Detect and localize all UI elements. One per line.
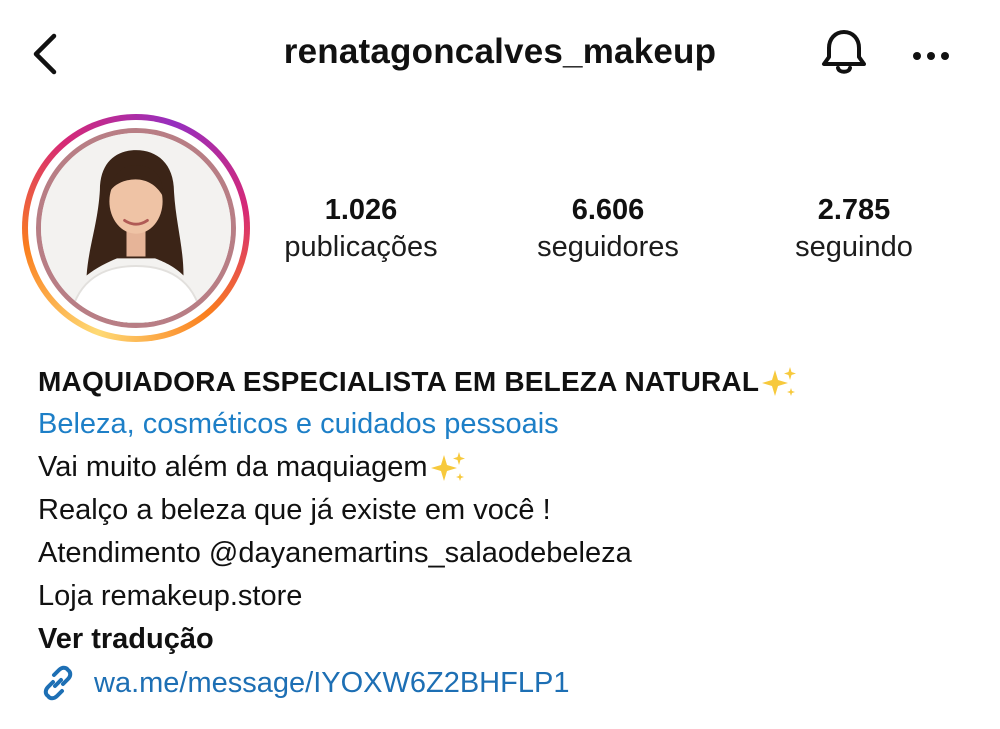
- more-horizontal-icon: [913, 52, 949, 60]
- sparkles-icon: [762, 367, 797, 397]
- top-bar: renatagoncalves_makeup: [0, 0, 1000, 110]
- bio-line: Realço a beleza que já existe em você !: [38, 494, 551, 526]
- posts-count-label: publicações: [284, 231, 438, 263]
- bio-line-store: Loja remakeup.store: [38, 580, 303, 612]
- sparkles-icon: [430, 452, 465, 482]
- followers-count-label: seguidores: [537, 231, 679, 263]
- notifications-button[interactable]: [816, 24, 872, 80]
- bio-line: Vai muito além da maquiagem: [38, 451, 428, 483]
- following-count[interactable]: 2.785 seguindo: [749, 192, 959, 266]
- external-link[interactable]: wa.me/message/IYOXW6Z2BHFLP1: [38, 660, 569, 706]
- followers-count-value: 6.606: [571, 194, 645, 226]
- profile-display-name: MAQUIADORA ESPECIALISTA EM BELEZA NATURA…: [38, 366, 760, 397]
- posts-count-value: 1.026: [324, 194, 398, 226]
- story-ring-avatar[interactable]: [22, 114, 250, 342]
- posts-count[interactable]: 1.026 publicações: [256, 192, 466, 266]
- avatar: [36, 128, 236, 328]
- bio-line-mention: Atendimento @dayanemartins_salaodebeleza: [38, 537, 632, 569]
- bell-icon: [822, 30, 866, 74]
- followers-count[interactable]: 6.606 seguidores: [503, 192, 713, 266]
- profile-bio: MAQUIADORA ESPECIALISTA EM BELEZA NATURA…: [38, 360, 978, 661]
- external-link-text: wa.me/message/IYOXW6Z2BHFLP1: [94, 666, 570, 699]
- see-translation-button[interactable]: Ver tradução: [38, 618, 978, 661]
- link-icon: [43, 665, 73, 701]
- following-count-label: seguindo: [795, 231, 913, 263]
- profile-photo-image: [41, 133, 231, 323]
- profile-category-link[interactable]: Beleza, cosméticos e cuidados pessoais: [38, 403, 978, 446]
- more-options-button[interactable]: [906, 36, 956, 76]
- following-count-value: 2.785: [817, 194, 891, 226]
